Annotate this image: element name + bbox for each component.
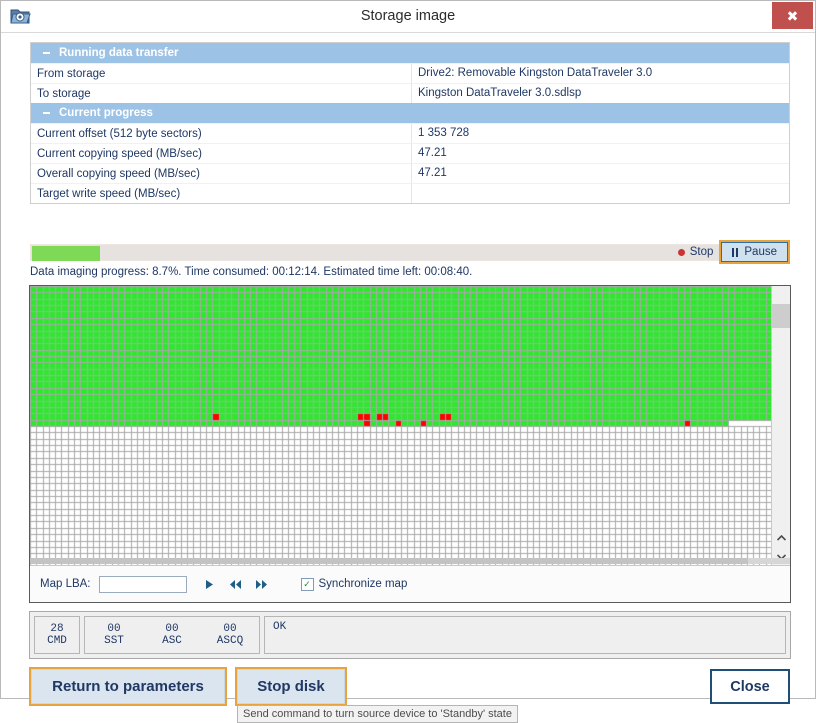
scroll-up-icon[interactable] [772, 528, 790, 547]
scrollbar-thumb[interactable] [772, 304, 790, 328]
sense-value: 00 [107, 623, 121, 635]
property-key: Target write speed (MB/sec) [37, 187, 181, 200]
title-bar: Storage image ✖ [1, 1, 815, 33]
stop-dot-icon [677, 248, 685, 256]
group-header-running-data-transfer[interactable]: Running data transfer [31, 43, 789, 63]
sense-fields-group: 00 SST 00 ASC 00 ASCQ [84, 616, 260, 654]
pause-button[interactable]: Pause [719, 240, 790, 264]
map-toolbar: Map LBA: ✓ Synchronize map [30, 565, 790, 602]
table-row: Current offset (512 byte sectors) 1 353 … [31, 123, 789, 143]
cmd-code-value: 28 [50, 623, 64, 635]
sense-field-ascq: 00 ASCQ [201, 617, 259, 653]
collapse-minus-icon [43, 52, 50, 54]
progress-status-text: Data imaging progress: 8.7%. Time consum… [30, 266, 473, 278]
table-row: Overall copying speed (MB/sec) 47.21 [31, 163, 789, 183]
tooltip: Send command to turn source device to 'S… [237, 705, 518, 723]
rewind-icon[interactable] [223, 574, 249, 594]
properties-panel: Running data transfer From storage Drive… [30, 42, 790, 204]
group-label: Running data transfer [59, 47, 179, 59]
command-status-panel: 28 CMD 00 SST 00 ASC 00 ASCQ OK [29, 611, 791, 659]
group-label: Current progress [59, 107, 153, 119]
cmd-code-label: CMD [47, 635, 67, 647]
progress-actions: Stop Pause [670, 240, 790, 264]
table-row: Current copying speed (MB/sec) 47.21 [31, 143, 789, 163]
progress-area: Stop Pause [30, 240, 790, 265]
checkbox-box: ✓ [300, 577, 314, 591]
stop-button-label: Stop [689, 246, 714, 258]
data-map-panel: Map LBA: ✓ Synchronize map [29, 285, 791, 603]
sense-label: ASC [162, 635, 182, 647]
table-row: Target write speed (MB/sec) [31, 183, 789, 203]
map-lba-label: Map LBA: [40, 578, 91, 590]
data-map-canvas[interactable] [30, 286, 772, 566]
map-horizontal-scrollbar[interactable] [30, 558, 790, 564]
stop-button[interactable]: Stop [670, 244, 722, 260]
map-vertical-scrollbar[interactable] [771, 286, 790, 566]
fast-forward-icon[interactable] [249, 574, 275, 594]
property-key: From storage [37, 67, 106, 80]
window-close-button[interactable]: ✖ [772, 2, 813, 29]
property-key: Overall copying speed (MB/sec) [37, 167, 200, 180]
close-icon: ✖ [786, 7, 799, 24]
cmd-code-cell: 28 CMD [34, 616, 80, 654]
sense-field-sst: 00 SST [85, 617, 143, 653]
sense-label: SST [104, 635, 124, 647]
synchronize-map-label: Synchronize map [318, 578, 408, 590]
property-value [411, 184, 789, 203]
sense-value: 00 [165, 623, 179, 635]
table-row: To storage Kingston DataTraveler 3.0.sdl… [31, 83, 789, 103]
sense-value: 00 [223, 623, 237, 635]
pause-icon [732, 247, 739, 257]
collapse-minus-icon [43, 112, 50, 114]
play-icon[interactable] [197, 574, 223, 594]
map-grid[interactable] [30, 286, 772, 566]
progress-bar-fill [32, 246, 100, 261]
property-key: Current copying speed (MB/sec) [37, 147, 202, 160]
property-value: 47.21 [411, 164, 789, 183]
sense-label: ASCQ [216, 635, 244, 647]
command-message: OK [264, 616, 786, 654]
property-key: To storage [37, 87, 91, 100]
sense-field-asc: 00 ASC [143, 617, 201, 653]
storage-image-dialog: Storage image ✖ Running data transfer Fr… [0, 0, 816, 723]
property-value: Drive2: Removable Kingston DataTraveler … [411, 64, 789, 83]
property-value: 1 353 728 [411, 124, 789, 143]
dialog-content: Running data transfer From storage Drive… [2, 33, 814, 723]
table-row: From storage Drive2: Removable Kingston … [31, 63, 789, 83]
property-value: 47.21 [411, 144, 789, 163]
scrollbar-thumb[interactable] [30, 558, 748, 564]
window-title: Storage image [360, 8, 456, 24]
synchronize-map-checkbox[interactable]: ✓ Synchronize map [300, 577, 408, 591]
property-key: Current offset (512 byte sectors) [37, 127, 202, 140]
property-value: Kingston DataTraveler 3.0.sdlsp [411, 84, 789, 103]
map-lba-input[interactable] [98, 575, 187, 593]
group-header-current-progress[interactable]: Current progress [31, 103, 789, 123]
pause-button-label: Pause [744, 246, 777, 258]
